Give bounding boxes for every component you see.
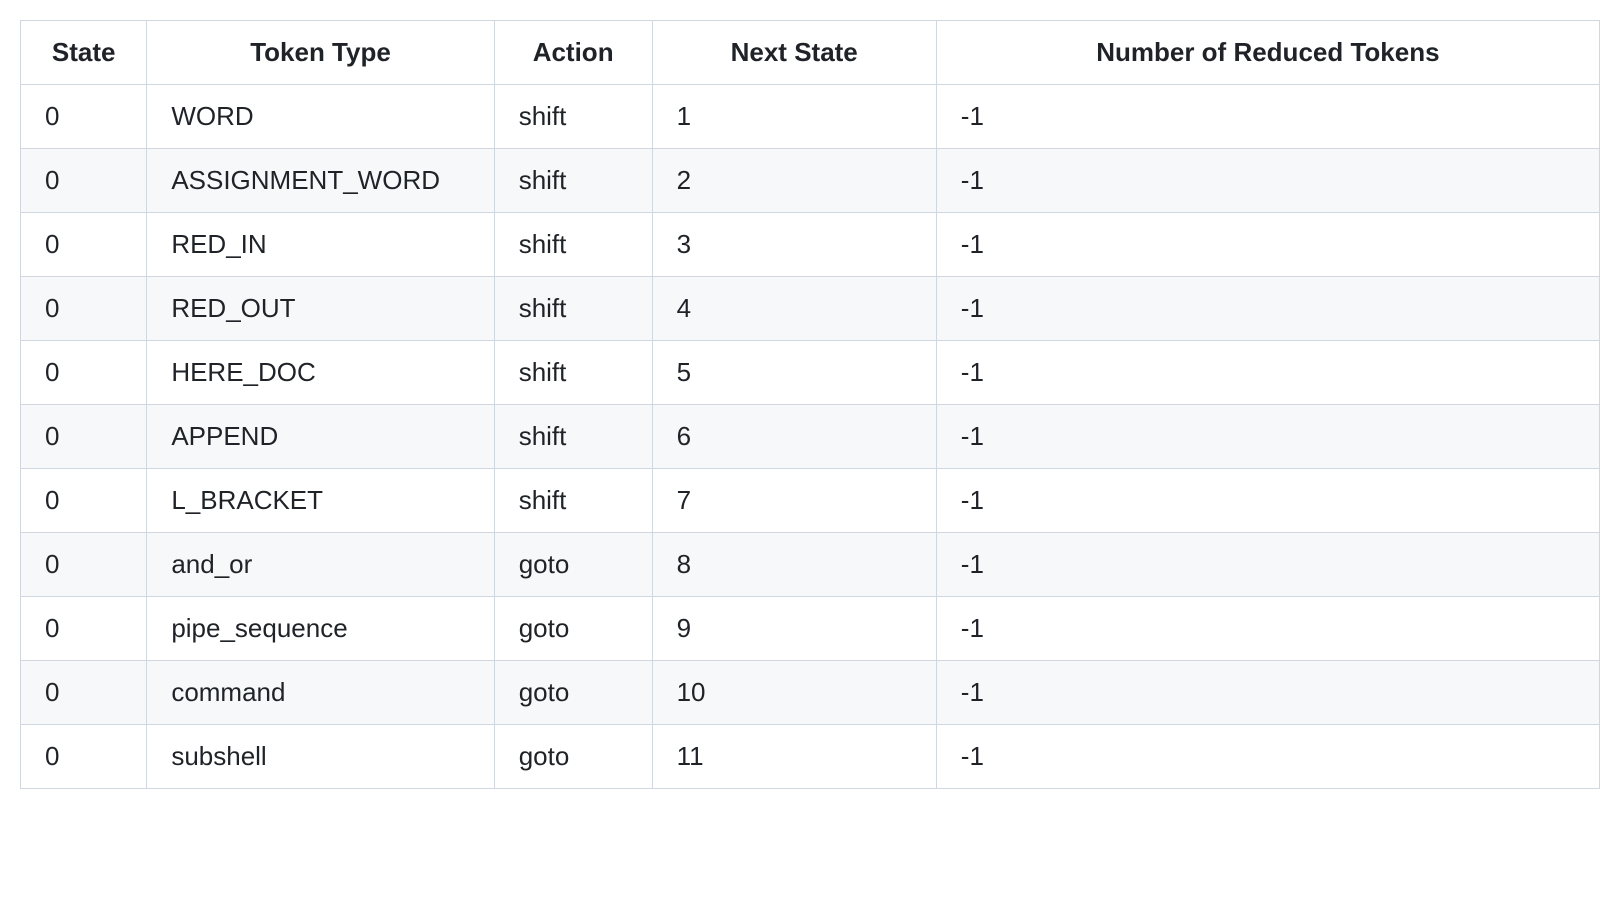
cell-state: 0 xyxy=(21,277,147,341)
cell-next-state: 8 xyxy=(652,533,936,597)
cell-state: 0 xyxy=(21,213,147,277)
cell-token-type: subshell xyxy=(147,725,494,789)
cell-state: 0 xyxy=(21,661,147,725)
table-row: 0 HERE_DOC shift 5 -1 xyxy=(21,341,1600,405)
cell-token-type: L_BRACKET xyxy=(147,469,494,533)
cell-state: 0 xyxy=(21,725,147,789)
cell-reduced: -1 xyxy=(936,277,1599,341)
header-token-type: Token Type xyxy=(147,21,494,85)
cell-next-state: 9 xyxy=(652,597,936,661)
cell-next-state: 3 xyxy=(652,213,936,277)
cell-next-state: 10 xyxy=(652,661,936,725)
cell-reduced: -1 xyxy=(936,725,1599,789)
cell-reduced: -1 xyxy=(936,661,1599,725)
cell-action: shift xyxy=(494,341,652,405)
header-reduced-tokens: Number of Reduced Tokens xyxy=(936,21,1599,85)
cell-action: shift xyxy=(494,469,652,533)
cell-token-type: WORD xyxy=(147,85,494,149)
cell-next-state: 7 xyxy=(652,469,936,533)
cell-reduced: -1 xyxy=(936,85,1599,149)
cell-token-type: RED_OUT xyxy=(147,277,494,341)
cell-token-type: APPEND xyxy=(147,405,494,469)
cell-reduced: -1 xyxy=(936,533,1599,597)
cell-state: 0 xyxy=(21,405,147,469)
cell-next-state: 6 xyxy=(652,405,936,469)
cell-action: shift xyxy=(494,405,652,469)
cell-reduced: -1 xyxy=(936,405,1599,469)
table-row: 0 RED_OUT shift 4 -1 xyxy=(21,277,1600,341)
table-header-row: State Token Type Action Next State Numbe… xyxy=(21,21,1600,85)
cell-action: shift xyxy=(494,85,652,149)
cell-next-state: 2 xyxy=(652,149,936,213)
cell-next-state: 4 xyxy=(652,277,936,341)
parse-table: State Token Type Action Next State Numbe… xyxy=(20,20,1600,789)
table-row: 0 ASSIGNMENT_WORD shift 2 -1 xyxy=(21,149,1600,213)
cell-action: shift xyxy=(494,277,652,341)
cell-next-state: 11 xyxy=(652,725,936,789)
cell-state: 0 xyxy=(21,469,147,533)
table-body: 0 WORD shift 1 -1 0 ASSIGNMENT_WORD shif… xyxy=(21,85,1600,789)
cell-token-type: command xyxy=(147,661,494,725)
cell-state: 0 xyxy=(21,85,147,149)
cell-action: shift xyxy=(494,149,652,213)
table-row: 0 subshell goto 11 -1 xyxy=(21,725,1600,789)
cell-next-state: 1 xyxy=(652,85,936,149)
cell-token-type: pipe_sequence xyxy=(147,597,494,661)
table-row: 0 L_BRACKET shift 7 -1 xyxy=(21,469,1600,533)
header-next-state: Next State xyxy=(652,21,936,85)
cell-token-type: RED_IN xyxy=(147,213,494,277)
cell-action: goto xyxy=(494,661,652,725)
table-row: 0 and_or goto 8 -1 xyxy=(21,533,1600,597)
cell-token-type: ASSIGNMENT_WORD xyxy=(147,149,494,213)
cell-state: 0 xyxy=(21,341,147,405)
cell-reduced: -1 xyxy=(936,149,1599,213)
cell-state: 0 xyxy=(21,597,147,661)
cell-reduced: -1 xyxy=(936,597,1599,661)
cell-action: goto xyxy=(494,725,652,789)
table-row: 0 pipe_sequence goto 9 -1 xyxy=(21,597,1600,661)
header-action: Action xyxy=(494,21,652,85)
cell-state: 0 xyxy=(21,149,147,213)
header-state: State xyxy=(21,21,147,85)
cell-reduced: -1 xyxy=(936,469,1599,533)
cell-action: shift xyxy=(494,213,652,277)
cell-reduced: -1 xyxy=(936,213,1599,277)
cell-state: 0 xyxy=(21,533,147,597)
cell-reduced: -1 xyxy=(936,341,1599,405)
table-row: 0 WORD shift 1 -1 xyxy=(21,85,1600,149)
table-row: 0 command goto 10 -1 xyxy=(21,661,1600,725)
cell-action: goto xyxy=(494,533,652,597)
table-row: 0 RED_IN shift 3 -1 xyxy=(21,213,1600,277)
cell-action: goto xyxy=(494,597,652,661)
cell-next-state: 5 xyxy=(652,341,936,405)
table-row: 0 APPEND shift 6 -1 xyxy=(21,405,1600,469)
cell-token-type: and_or xyxy=(147,533,494,597)
cell-token-type: HERE_DOC xyxy=(147,341,494,405)
